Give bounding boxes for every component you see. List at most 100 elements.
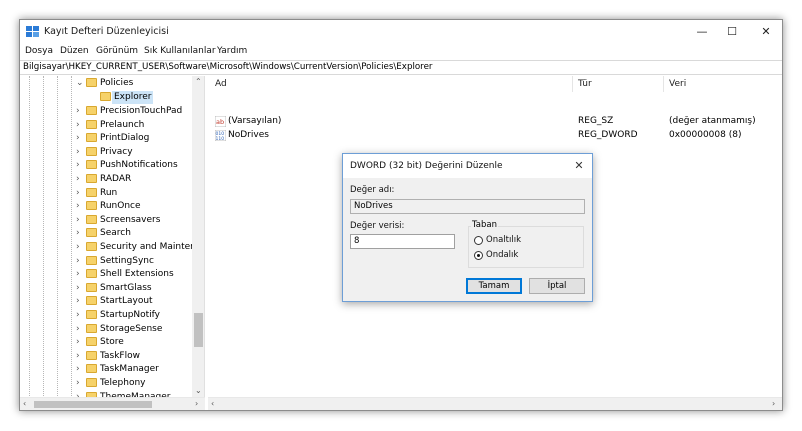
tree-item[interactable]: › SettingSync: [20, 255, 192, 268]
tree-horizontal-scrollbar[interactable]: ‹ ›: [20, 397, 205, 410]
string-value-icon: ab: [215, 116, 226, 127]
menu-sik-kullanilanlar[interactable]: Sık Kullanılanlar: [144, 46, 216, 56]
tree-item-policies[interactable]: ⌄ Policies: [20, 77, 192, 90]
scroll-right-icon[interactable]: ›: [195, 399, 198, 408]
column-header-type[interactable]: Tür: [578, 79, 592, 89]
chevron-down-icon[interactable]: ⌄: [76, 78, 84, 88]
chevron-right-icon[interactable]: ›: [76, 310, 80, 320]
chevron-right-icon[interactable]: ›: [76, 351, 80, 361]
tree-item[interactable]: › TaskFlow: [20, 350, 192, 363]
tree-item[interactable]: › Telephony: [20, 377, 192, 390]
chevron-right-icon[interactable]: ›: [76, 174, 80, 184]
column-header-data[interactable]: Veri: [669, 79, 686, 89]
menu-dosya[interactable]: Dosya: [25, 46, 53, 56]
tree-item[interactable]: › StorageSense: [20, 323, 192, 336]
radio-hexadecimal[interactable]: [474, 236, 483, 245]
tree-item[interactable]: › RADAR: [20, 173, 192, 186]
dialog-close-button[interactable]: ✕: [569, 157, 589, 175]
scroll-right-icon[interactable]: ›: [772, 399, 775, 408]
chevron-right-icon[interactable]: ›: [76, 188, 80, 198]
tree-item-label: Search: [100, 228, 131, 239]
list-horizontal-scrollbar[interactable]: ‹ ›: [208, 397, 782, 410]
list-row[interactable]: ab (Varsayılan) REG_SZ (değer atanmamış): [208, 115, 782, 129]
tree-item[interactable]: › PrintDialog: [20, 132, 192, 145]
column-header-name[interactable]: Ad: [215, 79, 227, 89]
tree-item[interactable]: › Prelaunch: [20, 119, 192, 132]
folder-icon: [86, 364, 97, 374]
chevron-right-icon[interactable]: ›: [76, 201, 80, 211]
dialog-title-bar[interactable]: DWORD (32 bit) Değerini Düzenle ✕: [343, 154, 592, 178]
radio-hexadecimal-label[interactable]: Onaltılık: [486, 235, 521, 245]
scroll-up-icon[interactable]: ⌃: [195, 77, 202, 86]
chevron-right-icon[interactable]: ›: [76, 269, 80, 279]
folder-icon: [86, 255, 97, 265]
chevron-right-icon[interactable]: ›: [76, 378, 80, 388]
tree-item[interactable]: › PrecisionTouchPad: [20, 105, 192, 118]
title-bar[interactable]: Kayıt Defteri Düzenleyicisi — ☐ ✕: [20, 20, 782, 44]
chevron-right-icon[interactable]: ›: [76, 228, 80, 238]
svg-text:110: 110: [216, 136, 225, 141]
radio-decimal-label[interactable]: Ondalık: [486, 250, 518, 260]
tree-item[interactable]: › RunOnce: [20, 200, 192, 213]
chevron-right-icon[interactable]: ›: [76, 364, 80, 374]
chevron-right-icon[interactable]: ›: [76, 160, 80, 170]
scroll-left-icon[interactable]: ‹: [23, 399, 26, 408]
chevron-right-icon[interactable]: ›: [76, 324, 80, 334]
tree-item[interactable]: › Store: [20, 336, 192, 349]
column-divider[interactable]: [572, 76, 573, 92]
menu-yardim[interactable]: Yardım: [217, 46, 247, 56]
key-tree: ⌄ Policies Explorer › PrecisionTouchPad › P…: [20, 76, 205, 398]
value-type: REG_DWORD: [578, 130, 638, 140]
chevron-right-icon[interactable]: ›: [76, 337, 80, 347]
chevron-right-icon[interactable]: ›: [76, 256, 80, 266]
tree-item[interactable]: › PushNotifications: [20, 159, 192, 172]
chevron-right-icon[interactable]: ›: [76, 106, 80, 116]
radio-decimal[interactable]: [474, 251, 483, 260]
value-data: (değer atanmamış): [669, 116, 756, 126]
maximize-button[interactable]: ☐: [717, 24, 747, 40]
tree-item[interactable]: › Shell Extensions: [20, 268, 192, 281]
tree-item-label: PushNotifications: [100, 160, 178, 171]
tree-item[interactable]: › Screensavers: [20, 214, 192, 227]
value-data-input[interactable]: 8: [350, 234, 455, 249]
tree-item[interactable]: › StartLayout: [20, 295, 192, 308]
menu-bar: Dosya Düzen Görünüm Sık Kullanılanlar Ya…: [20, 44, 782, 60]
tree-item-label: Security and Maintenai: [100, 242, 204, 252]
column-divider[interactable]: [663, 76, 664, 92]
folder-icon: [86, 174, 97, 183]
tree-item-explorer[interactable]: Explorer: [20, 91, 192, 104]
folder-icon: [86, 214, 97, 224]
scroll-thumb[interactable]: [194, 313, 203, 347]
tree-item[interactable]: › Search: [20, 227, 192, 240]
tree-item[interactable]: › Security and Maintenai: [20, 241, 204, 254]
tree-item[interactable]: › Privacy: [20, 146, 192, 159]
scroll-down-icon[interactable]: ⌄: [195, 386, 202, 395]
chevron-right-icon[interactable]: ›: [76, 215, 80, 225]
address-bar[interactable]: Bilgisayar\HKEY_CURRENT_USER\Software\Mi…: [20, 60, 782, 75]
chevron-right-icon[interactable]: ›: [76, 133, 80, 143]
chevron-right-icon[interactable]: ›: [76, 283, 80, 293]
tree-item-label: PrecisionTouchPad: [100, 106, 183, 116]
tree-item-label: Store: [100, 337, 124, 348]
tree-item[interactable]: › SmartGlass: [20, 282, 192, 295]
chevron-right-icon[interactable]: ›: [76, 147, 80, 157]
value-name-field[interactable]: NoDrives: [350, 199, 585, 214]
folder-icon: [86, 133, 97, 143]
menu-gorunum[interactable]: Görünüm: [96, 46, 138, 56]
chevron-right-icon[interactable]: ›: [76, 120, 80, 130]
list-row[interactable]: 010 110 NoDrives REG_DWORD 0x00000008 (8…: [208, 129, 782, 143]
chevron-right-icon[interactable]: ›: [76, 242, 80, 252]
tree-item[interactable]: › StartupNotify: [20, 309, 192, 322]
close-button[interactable]: ✕: [751, 24, 781, 40]
folder-icon: [86, 378, 97, 387]
ok-button[interactable]: Tamam: [466, 278, 522, 294]
minimize-button[interactable]: —: [687, 24, 717, 40]
scroll-left-icon[interactable]: ‹: [211, 399, 214, 408]
menu-duzen[interactable]: Düzen: [60, 46, 89, 56]
scroll-thumb[interactable]: [34, 401, 152, 408]
tree-item[interactable]: › Run: [20, 187, 192, 200]
cancel-button[interactable]: İptal: [529, 278, 585, 294]
chevron-right-icon[interactable]: ›: [76, 296, 80, 306]
tree-vertical-scrollbar[interactable]: ⌃ ⌄: [192, 76, 204, 398]
tree-item[interactable]: › TaskManager: [20, 363, 192, 376]
